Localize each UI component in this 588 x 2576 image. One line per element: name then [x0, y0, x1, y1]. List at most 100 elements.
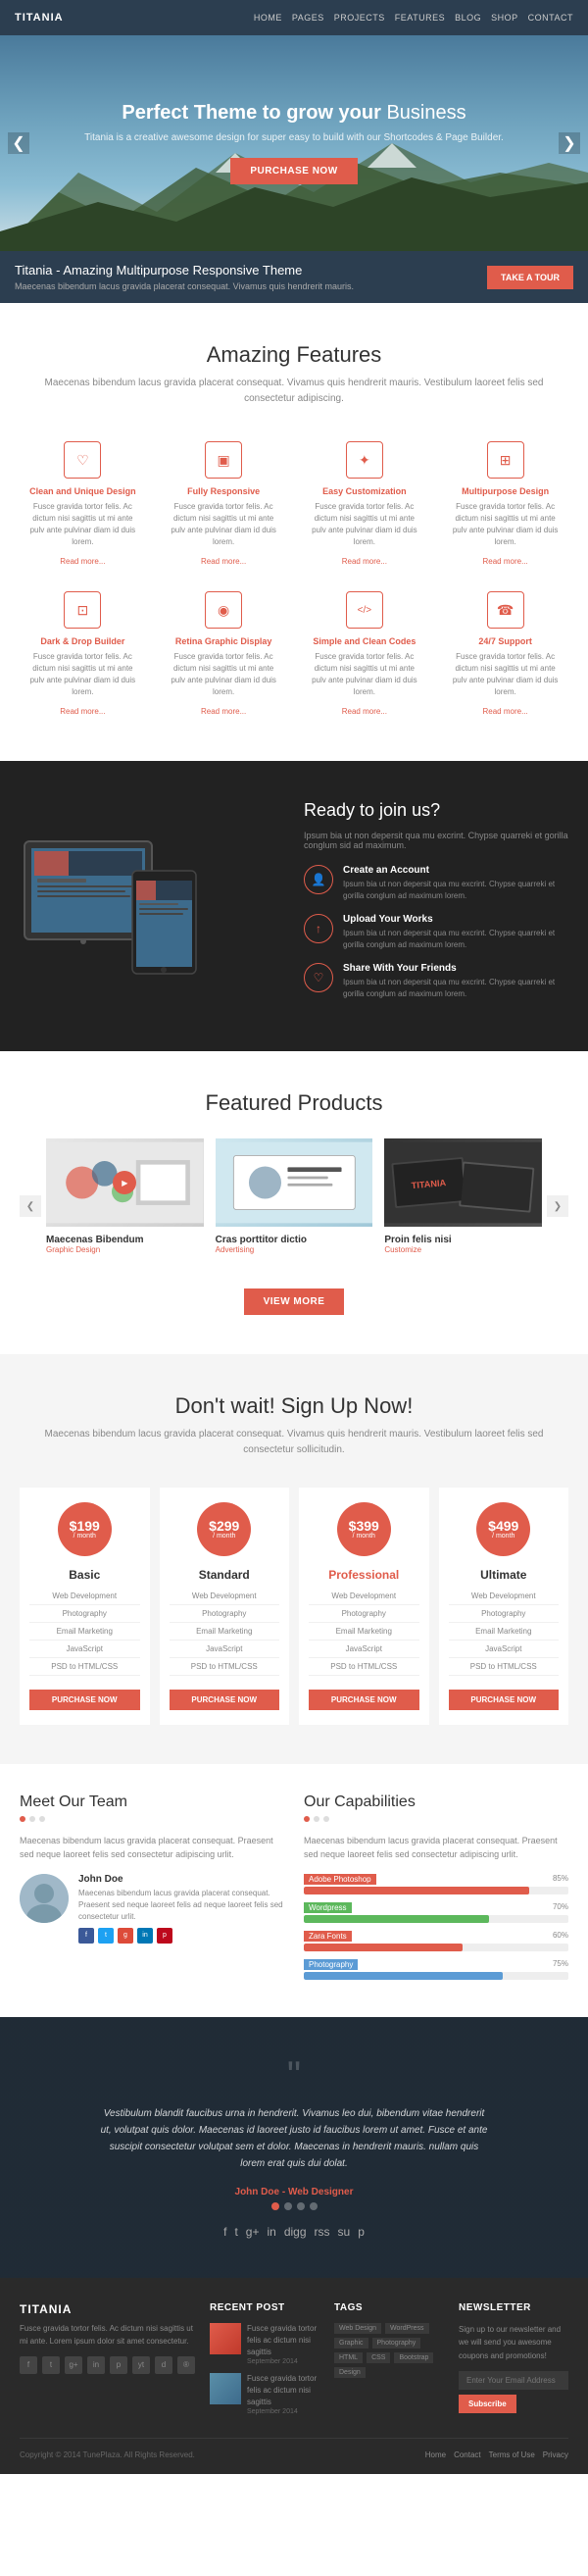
- plan-basic-f3: Email Marketing: [29, 1627, 140, 1641]
- feature-clean-design-link[interactable]: Read more...: [60, 557, 105, 566]
- plan-ultimate-name: Ultimate: [449, 1568, 560, 1582]
- feature-multipurpose-link[interactable]: Read more...: [483, 557, 528, 566]
- skill-photography-label: Photography: [304, 1959, 358, 1970]
- team-capabilities-section: Meet Our Team Maecenas bibendum lacus gr…: [0, 1764, 588, 2017]
- tag-html[interactable]: HTML: [334, 2352, 363, 2363]
- hero-next-arrow[interactable]: ❯: [559, 132, 580, 154]
- tag-bootstrap[interactable]: Bootstrap: [394, 2352, 433, 2363]
- hero-prev-arrow[interactable]: ❮: [8, 132, 29, 154]
- tag-design[interactable]: Design: [334, 2367, 366, 2378]
- plan-ultimate-button[interactable]: PURCHASE NOW: [449, 1690, 560, 1710]
- capabilities-dots: [304, 1816, 568, 1822]
- product-3-image: TITANIA: [384, 1138, 542, 1227]
- footer-social-twitter[interactable]: t: [42, 2356, 60, 2374]
- join-content: Ready to join us? Ipsum bia ut non deper…: [304, 800, 568, 1012]
- social-twitter[interactable]: t: [98, 1928, 114, 1944]
- purchase-button[interactable]: PURCHASE NOW: [230, 158, 357, 184]
- hero-content: Perfect Theme to grow your Business Tita…: [84, 102, 504, 184]
- view-more-button[interactable]: VIEW MORE: [244, 1288, 345, 1315]
- social-pinterest[interactable]: p: [157, 1928, 172, 1944]
- nav-pages[interactable]: PAGES: [292, 13, 324, 23]
- testimonial-dot-1[interactable]: [271, 2202, 279, 2210]
- plan-basic-button[interactable]: PURCHASE NOW: [29, 1690, 140, 1710]
- recent-post-1: Fusce gravida tortor felis ac dictum nis…: [210, 2323, 319, 2365]
- footer-link-home[interactable]: Home: [425, 2450, 446, 2459]
- product-3: TITANIA Proin felis nisi Customize: [384, 1138, 542, 1254]
- tag-webdesign[interactable]: Web Design: [334, 2323, 381, 2334]
- t-social-pinterest[interactable]: p: [358, 2225, 365, 2239]
- feature-codes-link[interactable]: Read more...: [342, 707, 387, 716]
- footer-social-linkedin[interactable]: in: [87, 2356, 105, 2374]
- two-col-layout: Meet Our Team Maecenas bibendum lacus gr…: [20, 1793, 568, 1988]
- support-icon: ☎: [487, 591, 524, 629]
- t-social-stumble[interactable]: su: [338, 2225, 351, 2239]
- feature-retina-link[interactable]: Read more...: [201, 707, 246, 716]
- tag-css[interactable]: CSS: [367, 2352, 390, 2363]
- tag-graphic[interactable]: Graphic: [334, 2338, 368, 2349]
- feature-responsive-link[interactable]: Read more...: [201, 557, 246, 566]
- t-social-facebook[interactable]: f: [223, 2225, 226, 2239]
- take-tour-button[interactable]: TAKE A TOUR: [487, 266, 573, 289]
- footer-social-youtube[interactable]: yt: [132, 2356, 150, 2374]
- product-1-image: ▶: [46, 1138, 204, 1227]
- join-step-1: 👤 Create an Account Ipsum bia ut non dep…: [304, 865, 568, 902]
- social-facebook[interactable]: f: [78, 1928, 94, 1944]
- nav-contact[interactable]: CONTACT: [528, 13, 573, 23]
- plan-basic-f1: Web Development: [29, 1591, 140, 1605]
- plan-standard-button[interactable]: PURCHASE NOW: [170, 1690, 280, 1710]
- skill-photography-fill: [304, 1972, 503, 1980]
- skill-wordpress: Wordpress 70%: [304, 1902, 568, 1923]
- products-next-arrow[interactable]: ❯: [547, 1195, 568, 1217]
- features-grid: ♡ Clean and Unique Design Fusce gravida …: [20, 436, 568, 722]
- newsletter-email-input[interactable]: [459, 2371, 568, 2390]
- footer-bottom: Copyright © 2014 TunePlaza. All Rights R…: [20, 2438, 568, 2459]
- tag-wordpress[interactable]: WordPress: [385, 2323, 429, 2334]
- newsletter-subscribe-button[interactable]: Subscribe: [459, 2395, 516, 2413]
- t-social-twitter[interactable]: t: [234, 2225, 237, 2239]
- products-prev-arrow[interactable]: ❮: [20, 1195, 41, 1217]
- nav-features[interactable]: FEATURES: [395, 13, 445, 23]
- nav-shop[interactable]: SHOP: [491, 13, 518, 23]
- footer-grid: TITANIA Fusce gravida tortor felis. Ac d…: [20, 2302, 568, 2423]
- post-2-date: September 2014: [247, 2408, 319, 2415]
- tag-photography[interactable]: Photography: [372, 2338, 421, 2349]
- social-linkedin[interactable]: in: [137, 1928, 153, 1944]
- nav-projects[interactable]: PROJECTS: [334, 13, 385, 23]
- join-step-1-desc: Ipsum bia ut non depersit qua mu excrint…: [343, 879, 568, 902]
- t-social-digg[interactable]: digg: [284, 2225, 307, 2239]
- testimonial-dot-4[interactable]: [310, 2202, 318, 2210]
- feature-support-link[interactable]: Read more...: [483, 707, 528, 716]
- t-social-rss[interactable]: rss: [315, 2225, 330, 2239]
- feature-dragdrop-link[interactable]: Read more...: [60, 707, 105, 716]
- product-1-play[interactable]: ▶: [113, 1171, 136, 1194]
- join-step-2: ↑ Upload Your Works Ipsum bia ut non dep…: [304, 914, 568, 951]
- testimonial-dot-2[interactable]: [284, 2202, 292, 2210]
- footer-link-privacy[interactable]: Privacy: [543, 2450, 568, 2459]
- t-social-linkedin[interactable]: in: [267, 2225, 275, 2239]
- nav-logo[interactable]: TITANIA: [15, 12, 64, 24]
- skill-photoshop-pct: 85%: [553, 1874, 568, 1885]
- nav-blog[interactable]: BLOG: [455, 13, 481, 23]
- product-2-image: [216, 1138, 373, 1227]
- footer-social-google[interactable]: g+: [65, 2356, 82, 2374]
- hero-title-bold: Business: [386, 102, 466, 124]
- footer-newsletter-col: NEWSLETTER Sign up to our newsletter and…: [459, 2302, 568, 2423]
- nav-home[interactable]: HOME: [254, 13, 282, 23]
- plan-professional-button[interactable]: PURCHASE NOW: [309, 1690, 419, 1710]
- feature-customization-link[interactable]: Read more...: [342, 557, 387, 566]
- footer-social-deviant[interactable]: d: [155, 2356, 172, 2374]
- footer-link-terms[interactable]: Terms of Use: [489, 2450, 535, 2459]
- footer-social-facebook[interactable]: f: [20, 2356, 37, 2374]
- footer-copyright: Copyright © 2014 TunePlaza. All Rights R…: [20, 2450, 195, 2459]
- t-social-googleplus[interactable]: g+: [246, 2225, 260, 2239]
- testimonial-dot-3[interactable]: [297, 2202, 305, 2210]
- multipurpose-icon: ⊞: [487, 441, 524, 479]
- footer-social-pinterest[interactable]: p: [110, 2356, 127, 2374]
- feature-codes-title: Simple and Clean Codes: [307, 636, 423, 646]
- footer-social-other[interactable]: ®: [177, 2356, 195, 2374]
- member-avatar: [20, 1874, 69, 1923]
- footer-link-contact[interactable]: Contact: [454, 2450, 481, 2459]
- join-step-3-desc: Ipsum bia ut non depersit qua mu excrint…: [343, 977, 568, 1000]
- feature-codes: </> Simple and Clean Codes Fusce gravida…: [302, 586, 428, 722]
- social-google[interactable]: g: [118, 1928, 133, 1944]
